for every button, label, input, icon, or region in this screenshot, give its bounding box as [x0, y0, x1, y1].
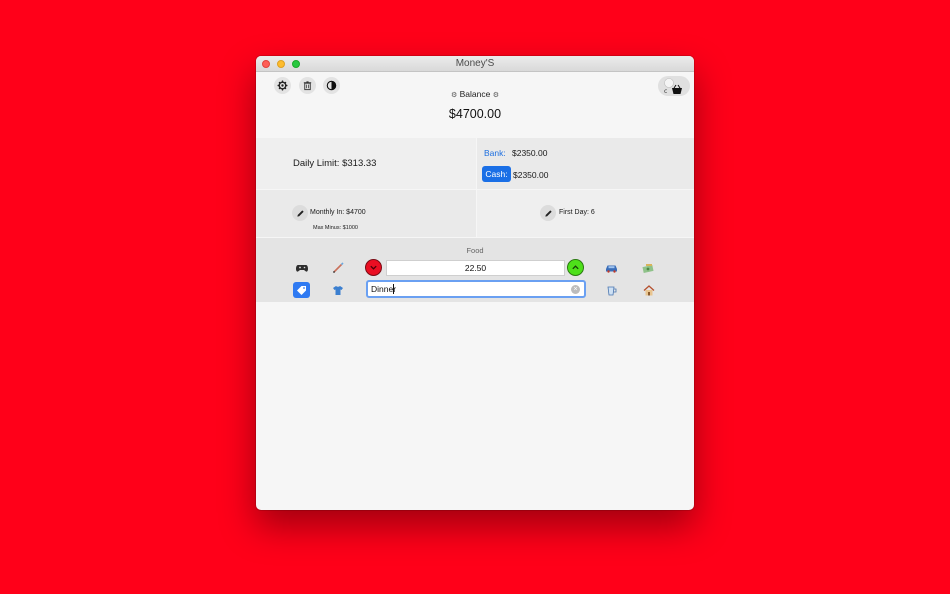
- cash-button[interactable]: Cash:: [482, 166, 511, 182]
- category-label: Food: [466, 246, 484, 255]
- max-minus: Max Minus: $1000: [313, 225, 358, 231]
- daily-limit: Daily Limit: $313.33: [293, 158, 377, 169]
- monthly-in: Monthly In: $4700: [310, 209, 366, 216]
- balance-left-icon: ⚙: [450, 92, 458, 99]
- balance-label: Balance: [459, 89, 491, 99]
- edit-first-day-button[interactable]: [540, 205, 556, 221]
- pencil-icon: [296, 209, 304, 217]
- description-field[interactable]: Dinner: [366, 280, 586, 298]
- cup-icon[interactable]: [603, 282, 620, 298]
- edit-monthly-button[interactable]: [292, 205, 308, 221]
- money-icon[interactable]: [640, 260, 657, 276]
- gamepad-icon[interactable]: [293, 260, 310, 276]
- chevron-down-icon: [370, 265, 377, 270]
- expense-button[interactable]: [365, 259, 382, 276]
- tag-icon[interactable]: [293, 282, 310, 298]
- title-bar: Money'S: [256, 56, 694, 72]
- chevron-up-icon: [572, 265, 579, 270]
- window-title: Money'S: [455, 58, 495, 69]
- pencil-icon: [544, 209, 552, 217]
- balance-right-icon: ⚙: [492, 92, 500, 99]
- amount-field[interactable]: 22.50: [386, 260, 565, 276]
- car-icon[interactable]: [603, 260, 620, 276]
- cash-value: $2350.00: [513, 170, 549, 180]
- income-button[interactable]: [567, 259, 584, 276]
- pencil-brush-icon[interactable]: [329, 260, 346, 276]
- clear-icon[interactable]: ×: [571, 285, 580, 294]
- bank-value: $2350.00: [512, 148, 548, 158]
- house-icon[interactable]: [640, 282, 657, 298]
- balance-label-row: ⚙ Balance ⚙: [256, 89, 694, 99]
- monthly-panel: [256, 190, 476, 237]
- first-day: First Day: 6: [559, 209, 595, 216]
- bank-button[interactable]: Bank:: [484, 148, 506, 158]
- balance-value: $4700.00: [448, 107, 502, 121]
- text-caret: [393, 284, 394, 294]
- shirt-icon[interactable]: [329, 282, 346, 298]
- app-window: Money'S c ⚙ Balance ⚙ $4700.00 Daily Lim…: [256, 56, 694, 510]
